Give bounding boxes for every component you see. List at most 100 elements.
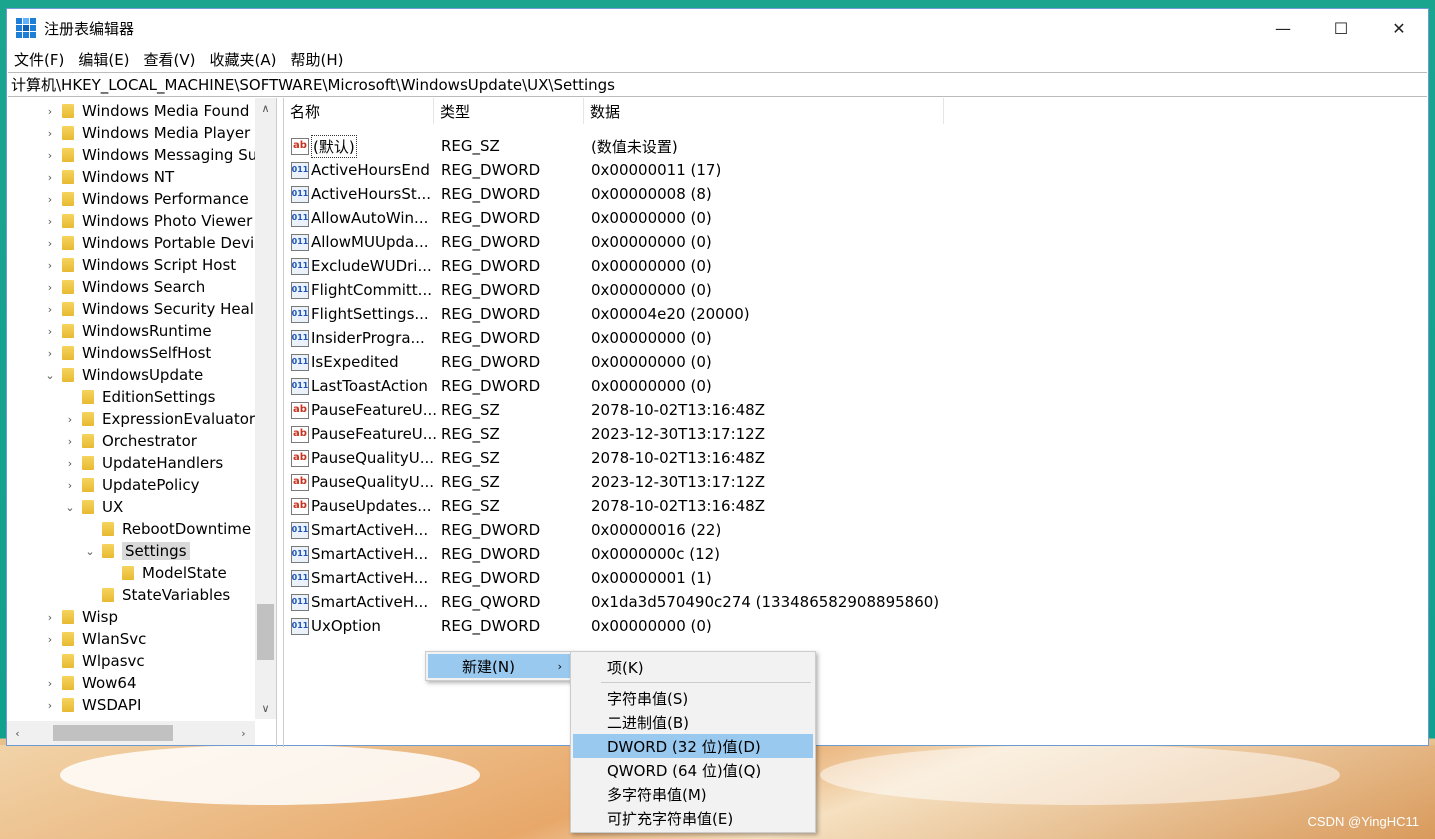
tree-item[interactable]: › UpdateHandlers <box>63 452 223 474</box>
menu-view[interactable]: 查看(V) <box>137 49 203 70</box>
tree-item[interactable]: › Orchestrator <box>63 430 197 452</box>
scroll-down-icon[interactable]: ∨ <box>257 700 274 717</box>
chevron-right-icon[interactable]: › <box>43 302 57 316</box>
menu-file[interactable]: 文件(F) <box>7 49 71 70</box>
value-row[interactable]: 011 SmartActiveH... REG_DWORD 0x00000016 (2… <box>284 518 984 542</box>
column-header-data[interactable]: 数据 <box>584 98 944 124</box>
tree-item[interactable]: › Windows Photo Viewer <box>43 210 252 232</box>
value-row[interactable]: ab PauseFeatureU... REG_SZ 2078-10-02T13:16… <box>284 398 984 422</box>
chevron-down-icon[interactable]: ⌄ <box>63 500 77 514</box>
value-row[interactable]: 011 ActiveHoursSt... REG_DWORD 0x00000008 (… <box>284 182 984 206</box>
chevron-right-icon[interactable]: › <box>43 148 57 162</box>
tree-vertical-scrollbar[interactable]: ∧ ∨ <box>255 98 276 719</box>
submenu-binary-value[interactable]: 二进制值(B) <box>573 710 813 734</box>
value-row[interactable]: 011 FlightCommitt... REG_DWORD 0x00000000 (… <box>284 278 984 302</box>
tree-item[interactable]: ⌄ WindowsUpdate <box>43 364 203 386</box>
chevron-right-icon[interactable]: › <box>43 104 57 118</box>
chevron-right-icon[interactable]: › <box>63 434 77 448</box>
scroll-right-icon[interactable]: › <box>235 725 252 742</box>
value-row[interactable]: 011 FlightSettings... REG_DWORD 0x00004e20 … <box>284 302 984 326</box>
value-row[interactable]: 011 UxOption REG_DWORD 0x00000000 (0) <box>284 614 984 638</box>
chevron-right-icon[interactable]: › <box>43 280 57 294</box>
chevron-right-icon[interactable]: › <box>43 324 57 338</box>
chevron-right-icon[interactable]: › <box>43 192 57 206</box>
tree-item[interactable]: ⌄ Settings <box>83 540 190 562</box>
tree-item[interactable]: StateVariables <box>83 584 230 606</box>
menu-favorites[interactable]: 收藏夹(A) <box>203 49 284 70</box>
tree-item[interactable]: › WlanSvc <box>43 628 147 650</box>
chevron-right-icon[interactable]: › <box>43 170 57 184</box>
minimize-button[interactable]: — <box>1254 9 1312 47</box>
tree-item[interactable]: › Windows Media Found <box>43 100 250 122</box>
tree-item[interactable]: › Wow64 <box>43 672 137 694</box>
tree-item[interactable]: ModelState <box>103 562 227 584</box>
value-row[interactable]: 011 SmartActiveH... REG_DWORD 0x0000000c (1… <box>284 542 984 566</box>
chevron-right-icon[interactable]: › <box>43 632 57 646</box>
tree-item[interactable]: ⌄ UX <box>63 496 123 518</box>
value-row[interactable]: 011 AllowMUUpda... REG_DWORD 0x00000000 (0) <box>284 230 984 254</box>
scroll-up-icon[interactable]: ∧ <box>257 100 274 117</box>
tree-item[interactable]: Wlpasvc <box>43 650 145 672</box>
value-row[interactable]: 011 SmartActiveH... REG_DWORD 0x00000001 (1… <box>284 566 984 590</box>
tree-vertical-thumb[interactable] <box>257 604 274 660</box>
tree-item[interactable]: › Windows NT <box>43 166 174 188</box>
tree-item[interactable]: › Wisp <box>43 606 118 628</box>
chevron-right-icon[interactable]: › <box>43 258 57 272</box>
tree-item[interactable]: › WindowsRuntime <box>43 320 212 342</box>
submenu-dword-value[interactable]: DWORD (32 位)值(D) <box>573 734 813 758</box>
value-row[interactable]: 011 InsiderProgra... REG_DWORD 0x00000000 (… <box>284 326 984 350</box>
value-row[interactable]: 011 AllowAutoWin... REG_DWORD 0x00000000 (0… <box>284 206 984 230</box>
value-row[interactable]: 011 SmartActiveH... REG_QWORD 0x1da3d570490… <box>284 590 984 614</box>
title-bar[interactable]: 注册表编辑器 — ☐ ✕ <box>7 9 1428 47</box>
value-row[interactable]: 011 ActiveHoursEnd REG_DWORD 0x00000011 (17… <box>284 158 984 182</box>
value-row[interactable]: ab PauseQualityU... REG_SZ 2078-10-02T13:16… <box>284 446 984 470</box>
tree-item[interactable]: › Windows Script Host <box>43 254 236 276</box>
chevron-right-icon[interactable]: › <box>43 346 57 360</box>
context-menu-new[interactable]: 新建(N) › <box>428 654 570 678</box>
menu-help[interactable]: 帮助(H) <box>283 49 350 70</box>
tree-item[interactable]: › Windows Security Heal <box>43 298 254 320</box>
chevron-right-icon[interactable]: › <box>63 412 77 426</box>
tree-item[interactable]: › Windows Search <box>43 276 205 298</box>
chevron-down-icon[interactable]: ⌄ <box>83 544 97 558</box>
tree-item[interactable]: ›Wwan <box>43 716 128 719</box>
tree-item[interactable]: RebootDowntime <box>83 518 251 540</box>
value-row[interactable]: ab PauseFeatureU... REG_SZ 2023-12-30T13:17… <box>284 422 984 446</box>
column-header-type[interactable]: 类型 <box>434 98 584 124</box>
tree-item[interactable]: › Windows Performance <box>43 188 249 210</box>
tree-item[interactable]: › Windows Media Player <box>43 122 250 144</box>
value-row[interactable]: 011 ExcludeWUDri... REG_DWORD 0x00000000 (0… <box>284 254 984 278</box>
column-header-name[interactable]: 名称 <box>284 98 434 124</box>
tree-item[interactable]: EditionSettings <box>63 386 215 408</box>
value-row[interactable]: 011 LastToastAction REG_DWORD 0x00000000 (0… <box>284 374 984 398</box>
tree-item[interactable]: › Windows Messaging Su <box>43 144 255 166</box>
tree-item[interactable]: › ExpressionEvaluators <box>63 408 255 430</box>
chevron-right-icon[interactable]: › <box>63 478 77 492</box>
submenu-string-value[interactable]: 字符串值(S) <box>573 686 813 710</box>
chevron-right-icon[interactable]: › <box>43 214 57 228</box>
chevron-right-icon[interactable]: › <box>43 236 57 250</box>
tree-item[interactable]: › WSDAPI <box>43 694 142 716</box>
menu-edit[interactable]: 编辑(E) <box>71 49 136 70</box>
close-button[interactable]: ✕ <box>1370 9 1428 47</box>
chevron-right-icon[interactable]: › <box>43 698 57 712</box>
chevron-right-icon[interactable]: › <box>43 610 57 624</box>
submenu-multi-string-value[interactable]: 多字符串值(M) <box>573 782 813 806</box>
chevron-right-icon[interactable]: › <box>43 126 57 140</box>
submenu-qword-value[interactable]: QWORD (64 位)值(Q) <box>573 758 813 782</box>
submenu-key[interactable]: 项(K) <box>573 655 813 679</box>
chevron-down-icon[interactable]: ⌄ <box>43 368 57 382</box>
tree-horizontal-thumb[interactable] <box>53 725 173 741</box>
value-row[interactable]: ab PauseQualityU... REG_SZ 2023-12-30T13:17… <box>284 470 984 494</box>
tree-item[interactable]: › WindowsSelfHost <box>43 342 212 364</box>
tree-item[interactable]: › UpdatePolicy <box>63 474 200 496</box>
chevron-right-icon[interactable]: › <box>43 676 57 690</box>
value-row[interactable]: ab (默认) REG_SZ (数值未设置) <box>284 134 984 158</box>
tree-horizontal-scrollbar[interactable]: ‹ › <box>7 721 255 745</box>
value-row[interactable]: ab PauseUpdates... REG_SZ 2078-10-02T13:16:… <box>284 494 984 518</box>
submenu-expandable-string-value[interactable]: 可扩充字符串值(E) <box>573 806 813 830</box>
address-bar[interactable]: 计算机\HKEY_LOCAL_MACHINE\SOFTWARE\Microsof… <box>8 72 1427 97</box>
tree-item[interactable]: › Windows Portable Devi <box>43 232 254 254</box>
value-row[interactable]: 011 IsExpedited REG_DWORD 0x00000000 (0) <box>284 350 984 374</box>
scroll-left-icon[interactable]: ‹ <box>9 725 26 742</box>
